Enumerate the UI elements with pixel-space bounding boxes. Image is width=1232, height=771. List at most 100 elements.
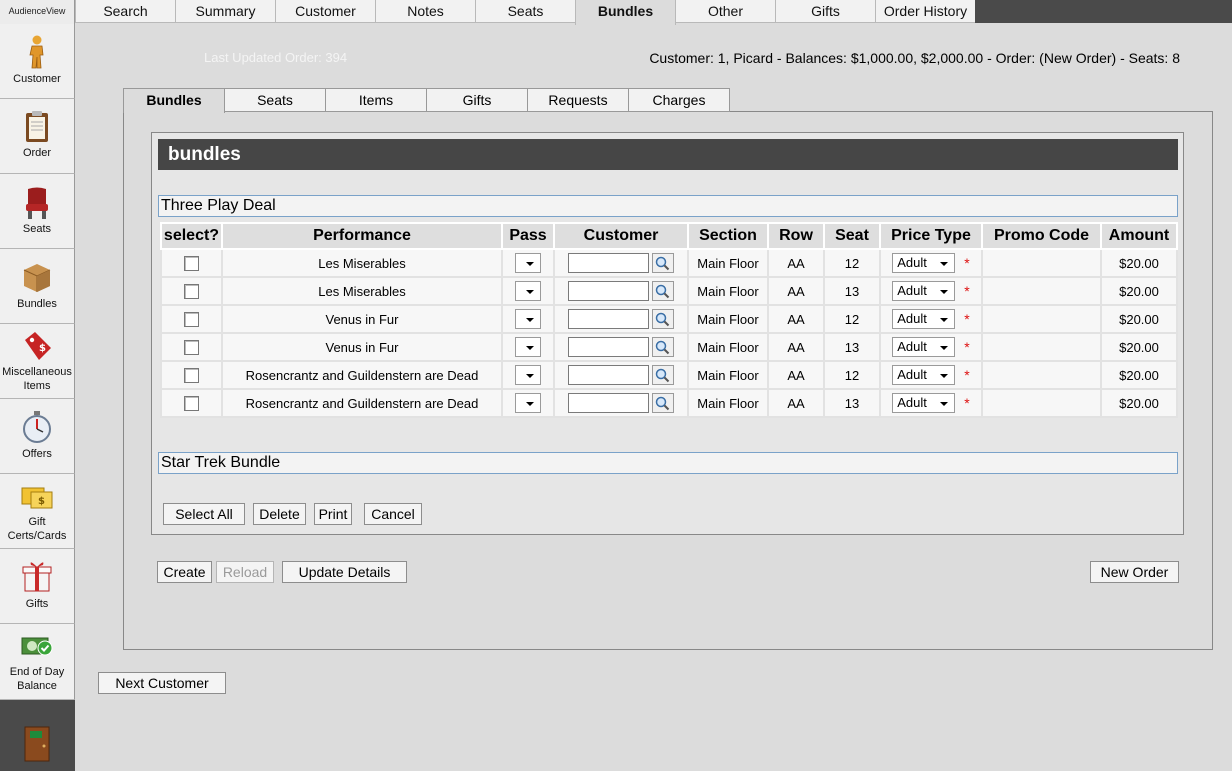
tab-customer[interactable]: Customer: [275, 0, 376, 23]
delete-button[interactable]: Delete: [253, 503, 306, 525]
pass-select[interactable]: [515, 393, 541, 413]
table-row: Les Miserables Main Floor AA 13 Adult * $…: [160, 276, 1178, 306]
required-marker: *: [964, 367, 970, 383]
pass-select[interactable]: [515, 365, 541, 385]
price-type-select[interactable]: Adult: [892, 253, 956, 273]
customer-input[interactable]: [568, 281, 649, 301]
price-type-select[interactable]: Adult: [892, 393, 956, 413]
select-all-button[interactable]: Select All: [163, 503, 245, 525]
sidebar-item-gifts[interactable]: Gifts: [0, 549, 75, 624]
col-header-row: Row: [767, 222, 825, 250]
customer-search-button[interactable]: [652, 337, 674, 357]
amount-cell: $20.00: [1100, 248, 1178, 278]
tab-search[interactable]: Search: [75, 0, 176, 23]
select-checkbox[interactable]: [184, 340, 199, 356]
magnifier-icon: [655, 396, 670, 411]
cash-check-icon: [21, 637, 53, 656]
col-header-customer: Customer: [553, 222, 689, 250]
reload-button[interactable]: Reload: [216, 561, 274, 583]
tab-summary[interactable]: Summary: [175, 0, 276, 23]
customer-search-button[interactable]: [652, 253, 674, 273]
section-cell: Main Floor: [687, 248, 769, 278]
select-checkbox[interactable]: [184, 368, 199, 384]
bundle-title-three-play-deal[interactable]: Three Play Deal: [158, 195, 1178, 217]
price-type-select[interactable]: Adult: [892, 281, 956, 301]
pass-select[interactable]: [515, 253, 541, 273]
tab-order-history[interactable]: Order History: [875, 0, 976, 23]
customer-input[interactable]: [568, 309, 649, 329]
svg-text:$: $: [38, 496, 45, 507]
customer-input[interactable]: [568, 253, 649, 273]
tab-gifts[interactable]: Gifts: [775, 0, 876, 23]
required-marker: *: [964, 311, 970, 327]
section-header: bundles: [158, 139, 1178, 170]
price-type-select[interactable]: Adult: [892, 337, 956, 357]
sidebar-item-end-of-day-balance[interactable]: End of Day Balance: [0, 624, 75, 700]
brand-label: AudienceView: [0, 0, 75, 24]
subtab-charges[interactable]: Charges: [628, 88, 730, 112]
customer-search-button[interactable]: [652, 365, 674, 385]
tab-other[interactable]: Other: [675, 0, 776, 23]
customer-search-button[interactable]: [652, 393, 674, 413]
select-checkbox[interactable]: [184, 284, 199, 300]
update-details-button[interactable]: Update Details: [282, 561, 407, 583]
price-tag-icon: $: [25, 332, 51, 360]
promo-code-cell: [981, 304, 1102, 334]
svg-text:$: $: [39, 343, 46, 354]
customer-input[interactable]: [568, 337, 649, 357]
amount-cell: $20.00: [1100, 388, 1178, 418]
performance-cell: Venus in Fur: [221, 304, 503, 334]
next-customer-button[interactable]: Next Customer: [98, 672, 226, 694]
table-row: Les Miserables Main Floor AA 12 Adult * $…: [160, 248, 1178, 278]
performance-cell: Les Miserables: [221, 276, 503, 306]
bundle-title-star-trek-bundle[interactable]: Star Trek Bundle: [158, 452, 1178, 474]
pass-select[interactable]: [515, 281, 541, 301]
subtab-requests[interactable]: Requests: [527, 88, 629, 112]
new-order-button[interactable]: New Order: [1090, 561, 1179, 583]
tab-bundles[interactable]: Bundles: [575, 0, 676, 25]
customer-search-button[interactable]: [652, 281, 674, 301]
table-header-row: select? Performance Pass Customer Sectio…: [160, 222, 1178, 250]
pass-select[interactable]: [515, 337, 541, 357]
subtab-items[interactable]: Items: [325, 88, 427, 112]
price-type-select[interactable]: Adult: [892, 309, 956, 329]
tab-seats[interactable]: Seats: [475, 0, 576, 23]
cancel-button[interactable]: Cancel: [364, 503, 422, 525]
select-checkbox[interactable]: [184, 396, 199, 412]
sidebar-item-label: Order: [22, 147, 52, 159]
subtab-seats[interactable]: Seats: [224, 88, 326, 112]
exit-door-icon[interactable]: [22, 726, 52, 762]
col-header-amount: Amount: [1100, 222, 1178, 250]
col-header-price-type: Price Type: [879, 222, 983, 250]
subtab-bundles[interactable]: Bundles: [123, 88, 225, 113]
create-button[interactable]: Create: [157, 561, 212, 583]
sidebar-item-customer[interactable]: Customer: [0, 24, 75, 99]
tab-notes[interactable]: Notes: [375, 0, 476, 23]
stopwatch-icon: [23, 411, 51, 443]
sidebar-item-miscellaneous-items[interactable]: $ Miscellaneous Items: [0, 324, 75, 399]
topbar-fill: [975, 0, 1232, 23]
pass-select[interactable]: [515, 309, 541, 329]
section-cell: Main Floor: [687, 276, 769, 306]
print-button[interactable]: Print: [314, 503, 352, 525]
performance-cell: Rosencrantz and Guildenstern are Dead: [221, 360, 503, 390]
sidebar-item-label: Customer: [13, 73, 61, 85]
price-type-select[interactable]: Adult: [892, 365, 956, 385]
col-header-performance: Performance: [221, 222, 503, 250]
sidebar-item-label: Miscellaneous Items: [2, 366, 72, 392]
section-cell: Main Floor: [687, 304, 769, 334]
sidebar-item-bundles[interactable]: Bundles: [0, 249, 75, 324]
section-cell: Main Floor: [687, 388, 769, 418]
customer-input[interactable]: [568, 365, 649, 385]
sidebar-item-seats[interactable]: Seats: [0, 174, 75, 249]
subtab-gifts[interactable]: Gifts: [426, 88, 528, 112]
customer-search-button[interactable]: [652, 309, 674, 329]
sidebar-item-gift-certs-cards[interactable]: $ Gift Certs/Cards: [0, 474, 75, 549]
customer-icon: [29, 35, 44, 69]
sidebar-item-order[interactable]: Order: [0, 99, 75, 174]
select-checkbox[interactable]: [184, 256, 199, 272]
sidebar-item-offers[interactable]: Offers: [0, 399, 75, 474]
row-cell: AA: [767, 276, 825, 306]
select-checkbox[interactable]: [184, 312, 199, 328]
customer-input[interactable]: [568, 393, 649, 413]
